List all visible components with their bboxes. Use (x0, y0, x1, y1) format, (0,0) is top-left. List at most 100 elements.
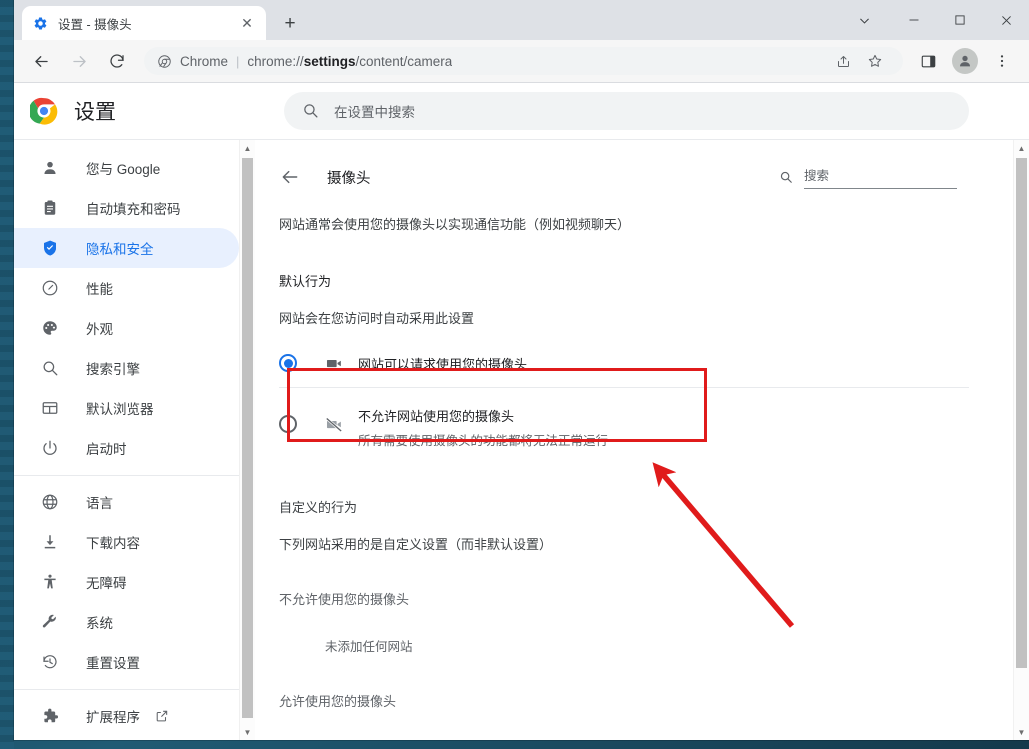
desktop-stripe-texture (0, 0, 14, 749)
new-tab-button[interactable]: + (276, 9, 304, 37)
radio-option-allow-camera[interactable]: 网站可以请求使用您的摄像头 (279, 339, 969, 387)
scroll-up-arrow-icon[interactable]: ▲ (1014, 140, 1029, 156)
browser-tab[interactable]: 设置 - 摄像头 ✕ (22, 6, 266, 40)
main-scrollbar-thumb[interactable] (1016, 158, 1027, 668)
sidebar-item-label: 搜索引擎 (86, 362, 140, 377)
tab-strip: 设置 - 摄像头 ✕ + (14, 0, 1029, 40)
scroll-down-arrow-icon[interactable]: ▼ (240, 724, 255, 740)
radio-button-unselected[interactable] (279, 415, 297, 433)
omnibox-url: chrome://settings/content/camera (247, 54, 452, 69)
sidebar-item-accessibility[interactable]: 无障碍 (14, 562, 239, 602)
search-icon (779, 170, 794, 185)
sidebar-item-label: 自动填充和密码 (86, 202, 181, 217)
speedometer-icon (40, 278, 60, 298)
scroll-down-arrow-icon[interactable]: ▼ (1014, 724, 1029, 740)
puzzle-piece-icon (40, 706, 60, 726)
sidebar-scrollbar-thumb[interactable] (242, 158, 253, 718)
chrome-browser-window: 设置 - 摄像头 ✕ + Chrome | chrome://settings/… (14, 0, 1029, 740)
close-icon[interactable]: ✕ (238, 14, 256, 32)
sidebar-item-languages[interactable]: 语言 (14, 482, 239, 522)
main-scrollbar[interactable]: ▲ ▼ (1013, 140, 1029, 740)
sidebar-item-label: 外观 (86, 322, 113, 337)
accessibility-icon (40, 572, 60, 592)
window-controls (837, 0, 1029, 40)
custom-behavior-title: 自定义的行为 (279, 500, 358, 515)
forward-icon[interactable] (64, 46, 94, 76)
address-bar[interactable]: Chrome | chrome://settings/content/camer… (144, 47, 903, 75)
sidebar-item-search-engine[interactable]: 搜索引擎 (14, 348, 239, 388)
radio-button-selected[interactable] (279, 354, 297, 372)
omnibox-scheme-label: Chrome (180, 53, 229, 69)
star-icon[interactable] (862, 48, 888, 74)
sidebar-item-system[interactable]: 系统 (14, 602, 239, 642)
camera-icon (324, 353, 344, 373)
default-behavior-title: 默认行为 (279, 274, 332, 289)
sidebar-item-performance[interactable]: 性能 (14, 268, 239, 308)
sidebar-item-you-and-google[interactable]: 您与 Google (14, 148, 239, 188)
sidebar-item-default-browser[interactable]: 默认浏览器 (14, 388, 239, 428)
option-texts: 网站可以请求使用您的摄像头 (358, 354, 527, 373)
history-restore-icon (40, 652, 60, 672)
radio-dot (283, 358, 293, 368)
sidebar-item-label: 启动时 (86, 442, 127, 457)
shield-icon (40, 238, 60, 258)
settings-sidebar: 您与 Google 自动填充和密码 隐私和安全 性能 外观 搜索引擎 默认浏览器… (14, 140, 255, 740)
sidebar-item-privacy-and-security[interactable]: 隐私和安全 (14, 228, 239, 268)
sidebar-item-appearance[interactable]: 外观 (14, 308, 239, 348)
power-icon (40, 438, 60, 458)
window-close-icon[interactable] (983, 0, 1029, 40)
reload-icon[interactable] (102, 46, 132, 76)
chevron-down-icon[interactable] (837, 0, 891, 40)
tab-title: 设置 - 摄像头 (58, 17, 132, 32)
settings-search-box[interactable]: 在设置中搜索 (284, 92, 969, 130)
settings-header: 设置 在设置中搜索 (14, 83, 1029, 139)
clipboard-icon (40, 198, 60, 218)
group-title-blocked: 不允许使用您的摄像头 (279, 592, 410, 607)
sidebar-item-label: 无障碍 (86, 576, 127, 591)
camera-settings-content: 网站通常会使用您的摄像头以实现通信功能（例如视频聊天） 默认行为 网站会在您访问… (255, 214, 1029, 740)
sidebar-divider (14, 475, 255, 476)
option-sublabel: 所有需要使用摄像头的功能都将无法正常运行 (358, 434, 609, 448)
group-title-allowed: 允许使用您的摄像头 (279, 694, 397, 709)
sidebar-item-extensions[interactable]: 扩展程序 (14, 696, 239, 736)
back-icon[interactable] (26, 46, 56, 76)
settings-brand: 设置 (14, 96, 284, 126)
side-panel-icon[interactable] (914, 47, 942, 75)
subpage-search-input[interactable]: 搜索 (804, 165, 957, 189)
person-icon (40, 158, 60, 178)
browser-toolbar: Chrome | chrome://settings/content/camer… (14, 40, 1029, 83)
settings-body: 您与 Google 自动填充和密码 隐私和安全 性能 外观 搜索引擎 默认浏览器… (14, 139, 1029, 740)
settings-search-placeholder: 在设置中搜索 (334, 105, 415, 120)
sidebar-item-label: 隐私和安全 (86, 242, 154, 257)
sidebar-scrollbar[interactable]: ▲ ▼ (239, 140, 255, 740)
sidebar-item-on-startup[interactable]: 启动时 (14, 428, 239, 468)
url-bold-part: settings (303, 53, 356, 69)
scroll-up-arrow-icon[interactable]: ▲ (240, 140, 255, 156)
sidebar-item-label: 默认浏览器 (86, 402, 154, 417)
minimize-icon[interactable] (891, 0, 937, 40)
external-link-icon[interactable] (154, 708, 170, 724)
sidebar-item-label: 重置设置 (86, 656, 140, 671)
sidebar-item-label: 下载内容 (86, 536, 140, 551)
palette-icon (40, 318, 60, 338)
sidebar-item-autofill-passwords[interactable]: 自动填充和密码 (14, 188, 239, 228)
search-icon (40, 358, 60, 378)
camera-description: 网站通常会使用您的摄像头以实现通信功能（例如视频聊天） (279, 217, 631, 232)
maximize-icon[interactable] (937, 0, 983, 40)
chrome-logo-icon (156, 53, 172, 69)
browser-window-icon (40, 398, 60, 418)
subpage-search[interactable]: 搜索 (779, 165, 957, 189)
three-dot-menu-icon[interactable] (988, 47, 1016, 75)
arrow-left-icon[interactable] (279, 166, 301, 188)
sidebar-item-reset-settings[interactable]: 重置设置 (14, 642, 239, 682)
toolbar-right-actions (909, 47, 1021, 75)
sidebar-item-downloads[interactable]: 下载内容 (14, 522, 239, 562)
omnibox-separator: | (236, 53, 240, 69)
person-avatar-icon[interactable] (952, 48, 978, 74)
sidebar-item-label: 性能 (86, 282, 113, 297)
camera-subpage-header: 摄像头 搜索 (255, 140, 1029, 196)
radio-option-block-camera[interactable]: 不允许网站使用您的摄像头 所有需要使用摄像头的功能都将无法正常运行 (279, 388, 969, 467)
camera-off-icon (324, 414, 344, 434)
globe-icon (40, 492, 60, 512)
share-icon[interactable] (830, 48, 856, 74)
